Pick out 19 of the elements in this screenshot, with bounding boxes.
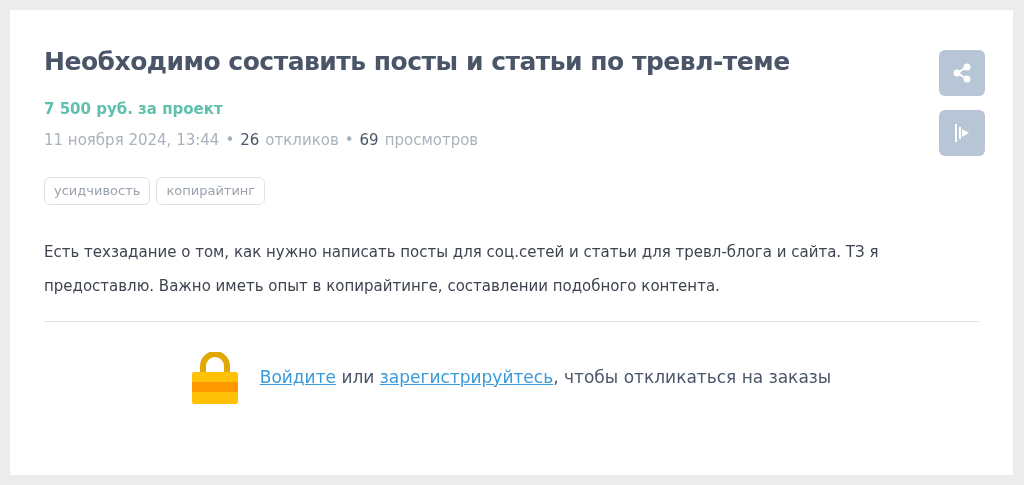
login-prompt: Войдите или зарегистрируйтесь, чтобы откликаться на заказы — [259, 365, 832, 389]
login-link[interactable]: Войдите — [259, 366, 336, 387]
separator: • — [344, 129, 354, 151]
meta-text: 11 ноября 2024, 13:44 — [44, 129, 220, 151]
tag[interactable]: копирайтинг — [156, 177, 266, 205]
meta-text: просмотров — [384, 129, 479, 151]
separator: • — [225, 129, 235, 151]
tag[interactable]: усидчивость — [44, 177, 151, 205]
price: 7 500 руб. за проект — [44, 99, 223, 120]
count: 69 — [359, 129, 379, 151]
count: 26 — [240, 129, 260, 151]
job-title: Необходимо составить посты и статьи по тревл-теме — [44, 46, 791, 78]
share-button[interactable] — [939, 50, 985, 96]
description: Есть техзадание о том, как нужно написать посты для соц.сетей и статьи для тревл-блога и сайта. ТЗ я предоставлю. Важно иметь опыт в копирайтинге, составлении подобного контента. — [43, 241, 880, 297]
report-button[interactable] — [939, 110, 985, 156]
lock-icon — [191, 351, 238, 404]
share-icon — [953, 63, 971, 83]
register-link[interactable]: зарегистрируйтесь — [379, 366, 554, 387]
meta-text: откликов — [265, 129, 339, 151]
